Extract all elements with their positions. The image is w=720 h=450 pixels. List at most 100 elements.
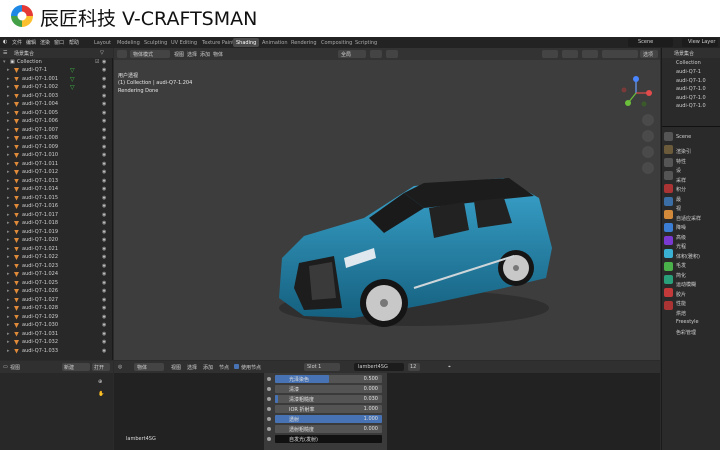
properties-section[interactable]: 色彩管理	[676, 329, 696, 336]
tab-uv-editing[interactable]: UV Editing	[168, 38, 200, 47]
eye-icon[interactable]: ◉	[102, 305, 106, 311]
outliner-object-row[interactable]: ▸ audi-Q7-1.007 ◉	[0, 127, 113, 135]
modifier-tab-icon[interactable]	[664, 223, 673, 232]
properties-section[interactable]: 胶片	[676, 291, 686, 298]
outliner-object-row[interactable]: ▸ audi-Q7-1.029 ◉	[0, 314, 113, 322]
eye-icon[interactable]: ◉	[102, 297, 106, 303]
outliner-object-row[interactable]: ▸ audi-Q7-1 ◉ ▽	[0, 67, 113, 75]
proportional-icon[interactable]	[386, 50, 398, 58]
properties-section[interactable]: 简化	[676, 272, 686, 279]
eye-icon[interactable]: ◉	[102, 93, 106, 99]
expand-icon[interactable]: ▸	[7, 101, 10, 107]
expand-icon[interactable]: ▸	[7, 203, 10, 209]
eye-icon[interactable]: ◉	[102, 152, 106, 158]
hand-pan-icon[interactable]	[642, 130, 654, 142]
input-socket-icon[interactable]	[267, 387, 271, 391]
node-input-field[interactable]: 透射 1.000	[275, 415, 382, 423]
input-socket-icon[interactable]	[267, 407, 271, 411]
expand-icon[interactable]: ▸	[7, 186, 10, 192]
node-menu-add[interactable]: 添加	[203, 364, 213, 371]
expand-icon[interactable]: ▸	[7, 322, 10, 328]
eye-icon[interactable]: ◉	[102, 263, 106, 269]
outliner-object-row[interactable]: ▸ audi-Q7-1.027 ◉	[0, 297, 113, 305]
tab-shading[interactable]: Shading	[233, 38, 260, 47]
expand-icon[interactable]: ▸	[7, 305, 10, 311]
object-tab-icon[interactable]	[664, 210, 673, 219]
blender-logo-icon[interactable]: ◐	[3, 39, 7, 45]
node-menu-node[interactable]: 节点	[219, 364, 229, 371]
grid-icon[interactable]	[642, 162, 654, 174]
outliner-object-row[interactable]: ▸ audi-Q7-1.025 ◉	[0, 280, 113, 288]
tool-tab-icon[interactable]	[664, 132, 673, 141]
expand-icon[interactable]: ▸	[7, 271, 10, 277]
eye-icon[interactable]: ◉	[102, 339, 106, 345]
eye-icon[interactable]: ◉	[102, 178, 106, 184]
right-outliner-row[interactable]: audi-Q7-1.0	[676, 103, 706, 109]
input-socket-icon[interactable]	[267, 417, 271, 421]
properties-section[interactable]: 设	[676, 167, 681, 174]
options-button[interactable]: 选项	[640, 50, 658, 58]
viewport-menu-add[interactable]: 添加	[200, 51, 210, 58]
expand-icon[interactable]: ▸	[7, 339, 10, 345]
hand-pan-icon[interactable]: ✋	[98, 391, 104, 397]
camera-view-icon[interactable]	[642, 146, 654, 158]
outliner-object-row[interactable]: ▸ audi-Q7-1.028 ◉	[0, 305, 113, 313]
outliner-object-row[interactable]: ▸ audi-Q7-1.004 ◉	[0, 101, 113, 109]
outliner-object-row[interactable]: ▸ audi-Q7-1.005 ◉	[0, 110, 113, 118]
node-input-field[interactable]: 清漆 0.000	[275, 385, 382, 393]
node-menu-select[interactable]: 选择	[187, 364, 197, 371]
outliner-object-row[interactable]: ▸ audi-Q7-1.019 ◉	[0, 229, 113, 237]
eye-icon[interactable]: ◉	[102, 348, 106, 354]
tab-layout[interactable]: Layout	[91, 38, 114, 47]
expand-icon[interactable]: ▸	[7, 76, 10, 82]
outliner-object-row[interactable]: ▸ audi-Q7-1.022 ◉	[0, 254, 113, 262]
scene-selector[interactable]: Scene	[628, 38, 673, 47]
open-image-button[interactable]: 打开	[92, 363, 110, 371]
eye-icon[interactable]: ◉	[102, 280, 106, 286]
expand-icon[interactable]: ▸	[7, 127, 10, 133]
eye-icon[interactable]: ◉	[102, 203, 106, 209]
node-input-field[interactable]: 光泽染色 0.500	[275, 375, 382, 383]
eye-icon[interactable]: ◉	[102, 220, 106, 226]
expand-icon[interactable]: ▸	[7, 93, 10, 99]
right-outliner-row[interactable]: audi-Q7-1.0	[676, 95, 706, 101]
world-tab-icon[interactable]	[664, 197, 673, 206]
outliner-object-row[interactable]: ▸ audi-Q7-1.012 ◉	[0, 169, 113, 177]
eye-icon[interactable]: ◉	[102, 118, 106, 124]
expand-icon[interactable]: ▸	[7, 212, 10, 218]
editor-type-icon[interactable]	[117, 50, 127, 58]
particles-tab-icon[interactable]	[664, 236, 673, 245]
outliner-object-row[interactable]: ▸ audi-Q7-1.006 ◉	[0, 118, 113, 126]
properties-section[interactable]: 性能	[676, 300, 686, 307]
expand-icon[interactable]: ▸	[7, 246, 10, 252]
expand-icon[interactable]: ▸	[7, 280, 10, 286]
snap-icon[interactable]	[370, 50, 382, 58]
outliner-type-icon[interactable]: ☰	[3, 50, 7, 56]
eye-icon[interactable]: ◉	[102, 161, 106, 167]
outliner-object-row[interactable]: ▸ audi-Q7-1.026 ◉	[0, 288, 113, 296]
eye-icon[interactable]: ◉	[102, 127, 106, 133]
expand-icon[interactable]: ▸	[7, 229, 10, 235]
expand-icon[interactable]: ▸	[7, 288, 10, 294]
outliner-object-row[interactable]: ▸ audi-Q7-1.010 ◉	[0, 152, 113, 160]
overlay-toggle-icon[interactable]	[582, 50, 598, 58]
expand-icon[interactable]: ▸	[7, 314, 10, 320]
expand-icon[interactable]: ▸	[7, 110, 10, 116]
eye-icon[interactable]: ◉	[102, 237, 106, 243]
right-outliner-row[interactable]: audi-Q7-1.0	[676, 78, 706, 84]
properties-section[interactable]: 最	[676, 196, 681, 203]
eye-icon[interactable]: ◉	[102, 254, 106, 260]
scene-tab-icon[interactable]	[664, 184, 673, 193]
expand-icon[interactable]: ▸	[7, 144, 10, 150]
editor-type-icon[interactable]: ◎	[118, 364, 122, 370]
view-layer-selector[interactable]: View Layer	[682, 38, 718, 47]
input-socket-icon[interactable]	[267, 377, 271, 381]
eye-icon[interactable]: ◉	[102, 169, 106, 175]
properties-section[interactable]: 毛发	[676, 262, 686, 269]
input-socket-icon[interactable]	[267, 427, 271, 431]
menu-render[interactable]: 渲染	[40, 39, 50, 46]
mode-dropdown[interactable]: 物体模式	[130, 50, 170, 58]
expand-icon[interactable]: ▸	[7, 297, 10, 303]
expand-icon[interactable]: ▸	[7, 220, 10, 226]
eye-icon[interactable]: ◉	[102, 229, 106, 235]
